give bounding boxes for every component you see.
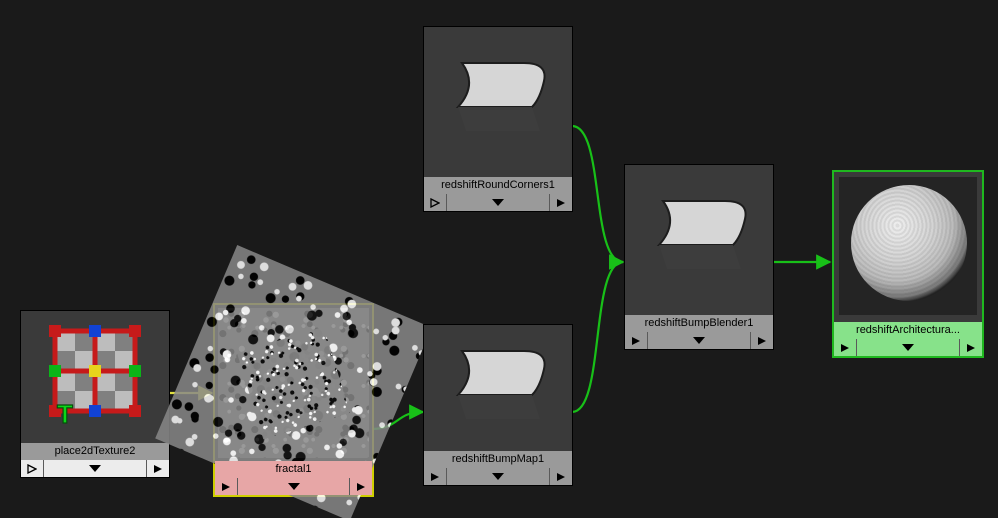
node-footer: [625, 332, 773, 349]
node-label: redshiftArchitectura...: [834, 322, 982, 339]
expand-footer-button[interactable]: [447, 194, 550, 211]
fractal-preview: [218, 308, 369, 458]
node-fractal[interactable]: fractal1: [213, 303, 374, 497]
node-label: redshiftRoundCorners1: [424, 177, 572, 194]
expand-footer-button[interactable]: [44, 460, 147, 477]
expand-footer-button[interactable]: [648, 332, 751, 349]
node-place2dtexture[interactable]: T place2dTexture2: [20, 310, 170, 478]
output-port-toggle[interactable]: [960, 339, 982, 356]
svg-text:T: T: [57, 399, 73, 429]
node-label: place2dTexture2: [21, 443, 169, 460]
node-footer: [424, 194, 572, 211]
node-graph-canvas[interactable]: T place2dTexture2 fractal1: [0, 0, 998, 518]
node-redshift-round-corners[interactable]: redshiftRoundCorners1: [423, 26, 573, 212]
sheet-preview: [432, 35, 564, 169]
expand-footer-button[interactable]: [238, 478, 350, 495]
expand-footer-button[interactable]: [857, 339, 960, 356]
expand-footer-button[interactable]: [447, 468, 550, 485]
output-port-toggle[interactable]: [550, 194, 572, 211]
node-footer: [424, 468, 572, 485]
output-port-toggle[interactable]: [550, 468, 572, 485]
sheet-preview: [633, 173, 765, 307]
node-footer: [834, 339, 982, 356]
node-label: redshiftBumpBlender1: [625, 315, 773, 332]
output-port-toggle[interactable]: [751, 332, 773, 349]
input-port-toggle[interactable]: [834, 339, 857, 356]
place2d-preview: T: [29, 319, 161, 435]
input-port-toggle[interactable]: [21, 460, 44, 477]
node-redshift-bump-map[interactable]: redshiftBumpMap1: [423, 324, 573, 486]
output-port-toggle[interactable]: [350, 478, 372, 495]
node-label: fractal1: [215, 461, 372, 478]
input-port-toggle[interactable]: [215, 478, 238, 495]
node-footer: [215, 478, 372, 495]
node-redshift-bump-blender[interactable]: redshiftBumpBlender1: [624, 164, 774, 350]
material-preview: [839, 177, 977, 315]
sheet-preview: [432, 333, 564, 443]
node-footer: [21, 460, 169, 477]
input-port-toggle[interactable]: [424, 468, 447, 485]
node-redshift-architectural[interactable]: redshiftArchitectura...: [832, 170, 984, 358]
output-port-toggle[interactable]: [147, 460, 169, 477]
input-port-toggle[interactable]: [625, 332, 648, 349]
node-label: redshiftBumpMap1: [424, 451, 572, 468]
input-port-toggle[interactable]: [424, 194, 447, 211]
